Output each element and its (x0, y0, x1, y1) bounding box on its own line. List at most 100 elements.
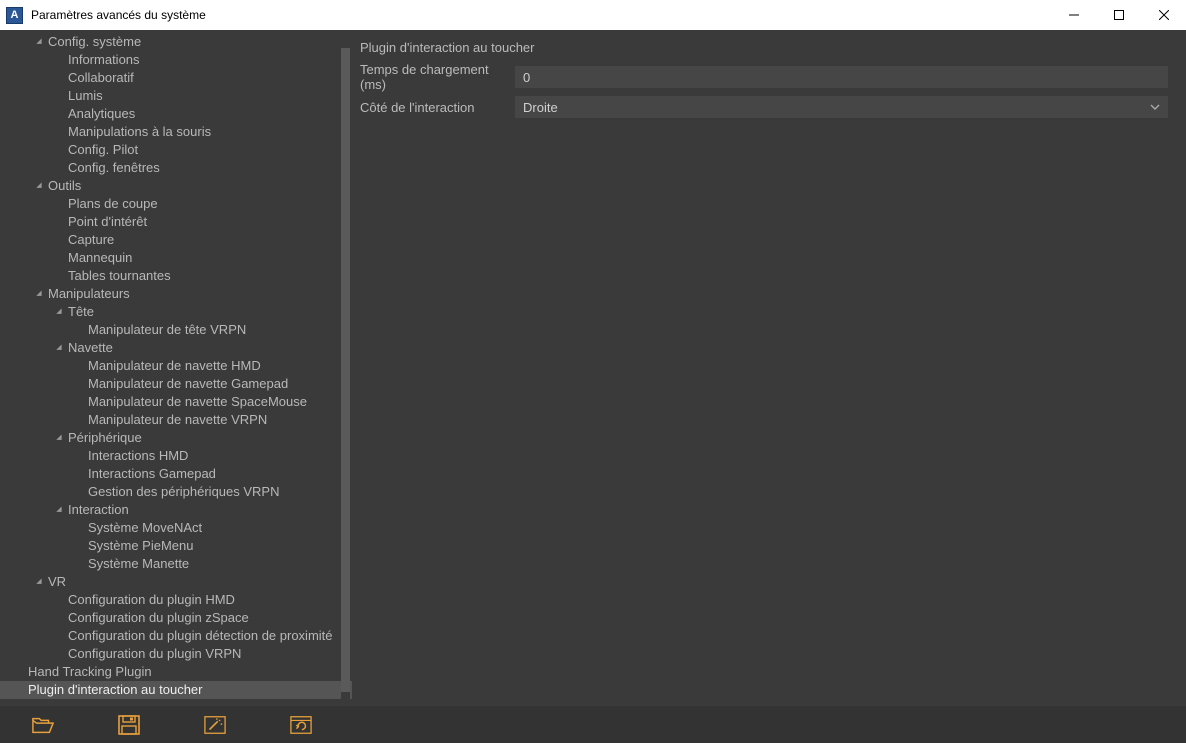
tree-item-label: Manipulateur de navette VRPN (86, 411, 267, 429)
tree-expand-icon[interactable]: ◢ (54, 501, 64, 519)
tree-item-label: Manipulateur de navette Gamepad (86, 375, 288, 393)
tree-item[interactable]: Mannequin (0, 249, 352, 267)
tree-item[interactable]: Point d'intérêt (0, 213, 352, 231)
tree-item[interactable]: Interactions Gamepad (0, 465, 352, 483)
panel-header-row: Plugin d'interaction au toucher (360, 34, 1168, 60)
sidebar: ◢Config. systèmeInformationsCollaboratif… (0, 30, 352, 706)
tree-item-label: VR (46, 573, 66, 591)
tree-item[interactable]: ◢Navette (0, 339, 352, 357)
tree-item[interactable]: Manipulateur de tête VRPN (0, 321, 352, 339)
panel-title: Plugin d'interaction au toucher (360, 40, 534, 55)
tree-item-label: Manipulateur de navette HMD (86, 357, 261, 375)
tree-item-label: Outils (46, 177, 81, 195)
maximize-button[interactable] (1096, 0, 1141, 30)
tree-item[interactable]: ◢Config. système (0, 33, 352, 51)
tree-item[interactable]: ◢VR (0, 573, 352, 591)
tree-item-label: Interaction (66, 501, 129, 519)
tree-item[interactable]: ◢Périphérique (0, 429, 352, 447)
nav-tree[interactable]: ◢Config. systèmeInformationsCollaboratif… (0, 30, 352, 706)
loading-time-row: Temps de chargement (ms) (360, 64, 1168, 90)
tree-item[interactable]: ◢Interaction (0, 501, 352, 519)
tree-item-label: Mannequin (66, 249, 132, 267)
tree-item[interactable]: Tables tournantes (0, 267, 352, 285)
interaction-side-label: Côté de l'interaction (360, 100, 515, 115)
wand-button[interactable] (172, 706, 258, 743)
chevron-down-icon (1150, 100, 1160, 115)
tree-item[interactable]: Analytiques (0, 105, 352, 123)
tree-item-label: Capture (66, 231, 114, 249)
tree-item[interactable]: Plugin d'interaction au toucher (0, 681, 352, 699)
interaction-side-row: Côté de l'interaction Droite (360, 94, 1168, 120)
tree-item-label: Plugin d'interaction au toucher (26, 681, 202, 699)
tree-item[interactable]: ◢Outils (0, 177, 352, 195)
window-controls (1051, 0, 1186, 30)
tree-item-label: Configuration du plugin détection de pro… (66, 627, 333, 645)
tree-item[interactable]: Plans de coupe (0, 195, 352, 213)
main: ◢Config. systèmeInformationsCollaboratif… (0, 30, 1186, 706)
tree-item-label: Manipulations à la souris (66, 123, 211, 141)
tree-item[interactable]: Lumis (0, 87, 352, 105)
minimize-button[interactable] (1051, 0, 1096, 30)
tree-item[interactable]: Config. fenêtres (0, 159, 352, 177)
tree-item[interactable]: Hand Tracking Plugin (0, 663, 352, 681)
tree-item[interactable]: Collaboratif (0, 69, 352, 87)
tree-item[interactable]: Interactions HMD (0, 447, 352, 465)
tree-expand-icon[interactable]: ◢ (34, 33, 44, 51)
tree-item[interactable]: Manipulateur de navette HMD (0, 357, 352, 375)
tree-item-label: Config. système (46, 33, 141, 51)
tree-expand-icon[interactable]: ◢ (34, 177, 44, 195)
tree-item[interactable]: Manipulations à la souris (0, 123, 352, 141)
window-title: Paramètres avancés du système (31, 8, 206, 22)
tree-item[interactable]: Configuration du plugin HMD (0, 591, 352, 609)
loading-time-label: Temps de chargement (ms) (360, 62, 515, 92)
tree-item[interactable]: Système Manette (0, 555, 352, 573)
tree-item[interactable]: Manipulateur de navette Gamepad (0, 375, 352, 393)
tree-item[interactable]: ◢Tête (0, 303, 352, 321)
tree-item[interactable]: ◢Manipulateurs (0, 285, 352, 303)
tree-item-label: Gestion des périphériques VRPN (86, 483, 280, 501)
tree-expand-icon[interactable]: ◢ (54, 429, 64, 447)
tree-item[interactable]: Configuration du plugin VRPN (0, 645, 352, 663)
tree-item[interactable]: Informations (0, 51, 352, 69)
tree-item-label: Point d'intérêt (66, 213, 147, 231)
folder-open-icon (32, 715, 54, 735)
tree-item[interactable]: Manipulateur de navette VRPN (0, 411, 352, 429)
tree-expand-icon[interactable]: ◢ (34, 573, 44, 591)
tree-expand-icon[interactable]: ◢ (34, 285, 44, 303)
tree-item-label: Tête (66, 303, 94, 321)
reset-button[interactable] (258, 706, 344, 743)
interaction-side-value: Droite (523, 100, 558, 115)
magic-wand-icon (204, 715, 226, 735)
tree-item-label: Analytiques (66, 105, 135, 123)
tree-item-label: Tables tournantes (66, 267, 171, 285)
titlebar: A Paramètres avancés du système (0, 0, 1186, 30)
tree-item-label: Config. fenêtres (66, 159, 160, 177)
tree-item-label: Collaboratif (66, 69, 134, 87)
tree-item[interactable]: Config. Pilot (0, 141, 352, 159)
tree-expand-icon[interactable]: ◢ (54, 339, 64, 357)
refresh-window-icon (290, 715, 312, 735)
tree-item[interactable]: Système PieMenu (0, 537, 352, 555)
save-button[interactable] (86, 706, 172, 743)
tree-item[interactable]: Système MoveNAct (0, 519, 352, 537)
scrollbar-thumb[interactable] (341, 48, 350, 692)
tree-item-label: Système PieMenu (86, 537, 194, 555)
bottom-toolbar (0, 706, 1186, 743)
tree-item-label: Configuration du plugin VRPN (66, 645, 241, 663)
tree-item[interactable]: Configuration du plugin détection de pro… (0, 627, 352, 645)
tree-item-label: Interactions HMD (86, 447, 188, 465)
tree-item-label: Manipulateur de navette SpaceMouse (86, 393, 307, 411)
tree-item[interactable]: Configuration du plugin zSpace (0, 609, 352, 627)
open-button[interactable] (0, 706, 86, 743)
tree-item[interactable]: Gestion des périphériques VRPN (0, 483, 352, 501)
tree-item[interactable]: Manipulateur de navette SpaceMouse (0, 393, 352, 411)
close-button[interactable] (1141, 0, 1186, 30)
settings-panel: Plugin d'interaction au toucher Temps de… (352, 30, 1186, 706)
interaction-side-select[interactable]: Droite (515, 96, 1168, 118)
tree-item-label: Système MoveNAct (86, 519, 202, 537)
tree-item[interactable]: Capture (0, 231, 352, 249)
loading-time-input[interactable] (515, 66, 1168, 88)
tree-expand-icon[interactable]: ◢ (54, 303, 64, 321)
tree-item-label: Configuration du plugin zSpace (66, 609, 249, 627)
tree-item-label: Manipulateurs (46, 285, 130, 303)
